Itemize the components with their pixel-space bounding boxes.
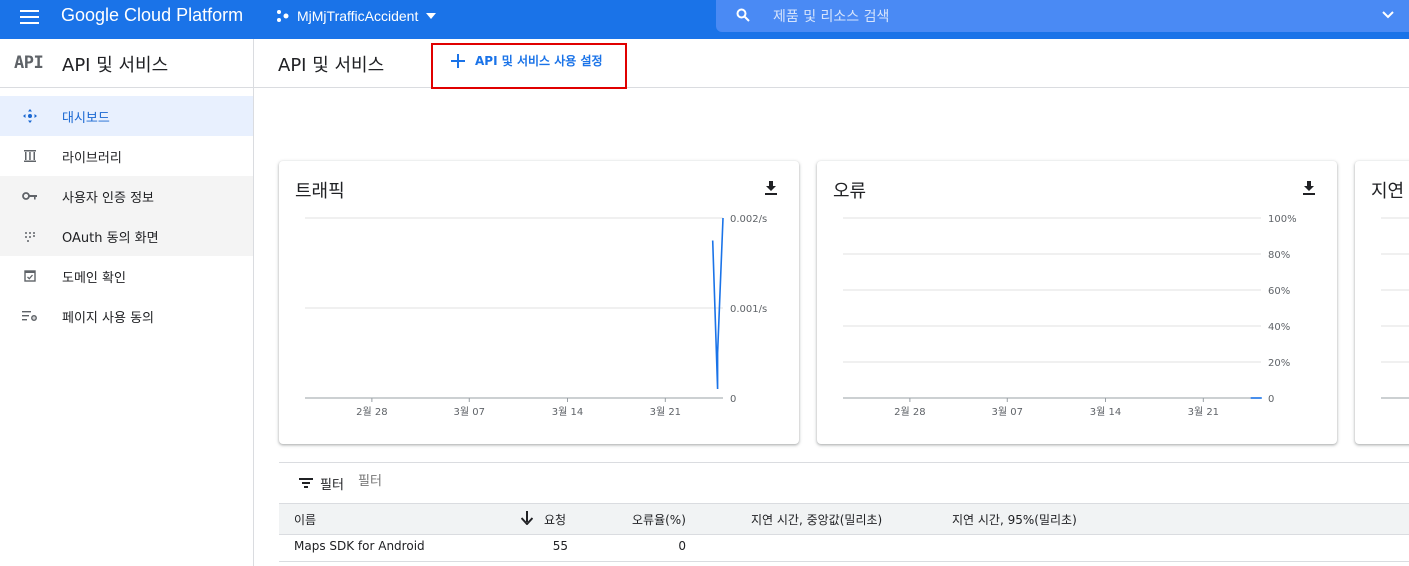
column-header-requests[interactable]: 요청 bbox=[544, 511, 566, 528]
enable-apis-label: API 및 서비스 사용 설정 bbox=[475, 54, 603, 68]
api-logo-icon: API bbox=[14, 53, 44, 73]
page-title: API 및 서비스 bbox=[278, 55, 385, 76]
sort-arrow-down-icon[interactable] bbox=[521, 511, 533, 525]
api-name-link[interactable]: Maps SDK for Android bbox=[294, 539, 425, 553]
sidebar-item-oauth-consent[interactable]: OAuth 동의 화면 bbox=[0, 216, 253, 256]
x-tick-label: 3월 21 bbox=[650, 406, 681, 418]
column-header-error-rate[interactable]: 오류율(%) bbox=[632, 511, 686, 528]
x-tick-label: 2월 28 bbox=[894, 406, 925, 418]
filter-bar: 필터 bbox=[279, 462, 1409, 503]
enable-apis-button[interactable]: API 및 서비스 사용 설정 bbox=[451, 52, 603, 69]
search-bar[interactable]: 제품 및 리소스 검색 bbox=[716, 0, 1409, 32]
x-tick-label: 3월 14 bbox=[552, 406, 583, 418]
sidebar-item-label: 대시보드 bbox=[62, 110, 110, 126]
latency-chart bbox=[1381, 217, 1409, 399]
column-header-latency-95[interactable]: 지연 시간, 95%(밀리초) bbox=[952, 511, 1077, 528]
brand-logo[interactable]: Google Cloud Platform bbox=[61, 5, 243, 26]
y-tick-label: 100% bbox=[1268, 214, 1297, 225]
sidebar-item-page-usage[interactable]: 페이지 사용 동의 bbox=[0, 296, 253, 336]
column-header-name[interactable]: 이름 bbox=[294, 511, 316, 528]
domain-verification-icon bbox=[22, 268, 38, 284]
page-usage-icon bbox=[22, 308, 38, 324]
search-icon bbox=[736, 8, 750, 22]
top-app-bar: Google Cloud Platform MjMjTrafficAcciden… bbox=[0, 0, 1409, 39]
chevron-down-icon bbox=[426, 13, 437, 19]
y-tick-label: 60% bbox=[1268, 286, 1290, 297]
y-tick-label: 0.001/s bbox=[730, 304, 767, 315]
y-tick-label: 0 bbox=[1268, 394, 1274, 405]
sidebar-item-label: 라이브러리 bbox=[62, 150, 122, 166]
main-header: API 및 서비스 API 및 서비스 사용 설정 bbox=[254, 39, 1409, 89]
column-header-latency-median[interactable]: 지연 시간, 중앙값(밀리초) bbox=[751, 511, 882, 528]
search-input[interactable]: 제품 및 리소스 검색 bbox=[773, 6, 889, 26]
x-tick-label: 3월 21 bbox=[1188, 406, 1219, 418]
sidebar-header: API API 및 서비스 bbox=[0, 39, 253, 88]
table-header: 이름 요청 오류율(%) 지연 시간, 중앙값(밀리초) 지연 시간, 95%(… bbox=[279, 503, 1409, 535]
error-rate-value: 0 bbox=[678, 539, 686, 553]
filter-label: 필터 bbox=[320, 478, 344, 493]
traffic-chart-card: 트래픽 0 0.001/s 0.002/s 2월 28 3월 07 3월 14 3월 21 bbox=[279, 161, 799, 444]
y-tick-label: 20% bbox=[1268, 358, 1290, 369]
series-line[interactable] bbox=[711, 217, 724, 390]
table-row[interactable]: Maps SDK for Android 55 0 bbox=[279, 533, 1409, 562]
latency-chart-card: 지연 bbox=[1355, 161, 1409, 444]
sidebar-item-credentials[interactable]: 사용자 인증 정보 bbox=[0, 176, 253, 216]
requests-value: 55 bbox=[552, 539, 568, 553]
y-tick-label: 80% bbox=[1268, 250, 1290, 261]
y-tick-label: 0 bbox=[730, 394, 736, 405]
plus-icon bbox=[451, 53, 465, 68]
y-tick-label: 40% bbox=[1268, 322, 1290, 333]
filter-icon bbox=[299, 478, 313, 488]
x-tick-label: 3월 07 bbox=[992, 406, 1023, 418]
expand-search-icon[interactable] bbox=[1382, 11, 1394, 19]
y-tick-label: 0.002/s bbox=[730, 214, 767, 225]
dashboard-icon bbox=[22, 108, 38, 124]
project-icon bbox=[277, 10, 289, 22]
sidebar-item-domain-verification[interactable]: 도메인 확인 bbox=[0, 256, 253, 296]
sidebar-item-label: 도메인 확인 bbox=[62, 270, 126, 286]
x-tick-label: 2월 28 bbox=[356, 406, 387, 418]
errors-chart: 0 20% 40% 60% 80% 100% 2월 28 3월 07 3월 14 3월 21 bbox=[843, 214, 1297, 418]
sidebar-item-label: 페이지 사용 동의 bbox=[62, 310, 154, 326]
key-icon bbox=[22, 188, 38, 204]
sidebar: API API 및 서비스 대시보드 라이브러리 사용자 인증 정보 OAuth… bbox=[0, 39, 254, 566]
project-selector[interactable]: MjMjTrafficAccident bbox=[276, 7, 437, 25]
sidebar-item-label: 사용자 인증 정보 bbox=[62, 190, 154, 206]
filter-input[interactable] bbox=[358, 474, 558, 489]
traffic-chart: 0 0.001/s 0.002/s 2월 28 3월 07 3월 14 3월 21 bbox=[305, 214, 767, 418]
project-name: MjMjTrafficAccident bbox=[297, 8, 419, 24]
library-icon bbox=[22, 148, 38, 164]
sidebar-item-dashboard[interactable]: 대시보드 bbox=[0, 96, 253, 136]
sidebar-item-library[interactable]: 라이브러리 bbox=[0, 136, 253, 176]
x-tick-label: 3월 07 bbox=[454, 406, 485, 418]
sidebar-title: API 및 서비스 bbox=[62, 55, 169, 76]
x-tick-label: 3월 14 bbox=[1090, 406, 1121, 418]
oauth-consent-icon bbox=[22, 228, 38, 244]
errors-chart-card: 오류 0 20% 40% 60% 80% 100% 2월 28 3월 07 3월 14 3월 21 bbox=[817, 161, 1337, 444]
sidebar-item-label: OAuth 동의 화면 bbox=[62, 230, 159, 246]
menu-icon[interactable] bbox=[20, 7, 40, 27]
